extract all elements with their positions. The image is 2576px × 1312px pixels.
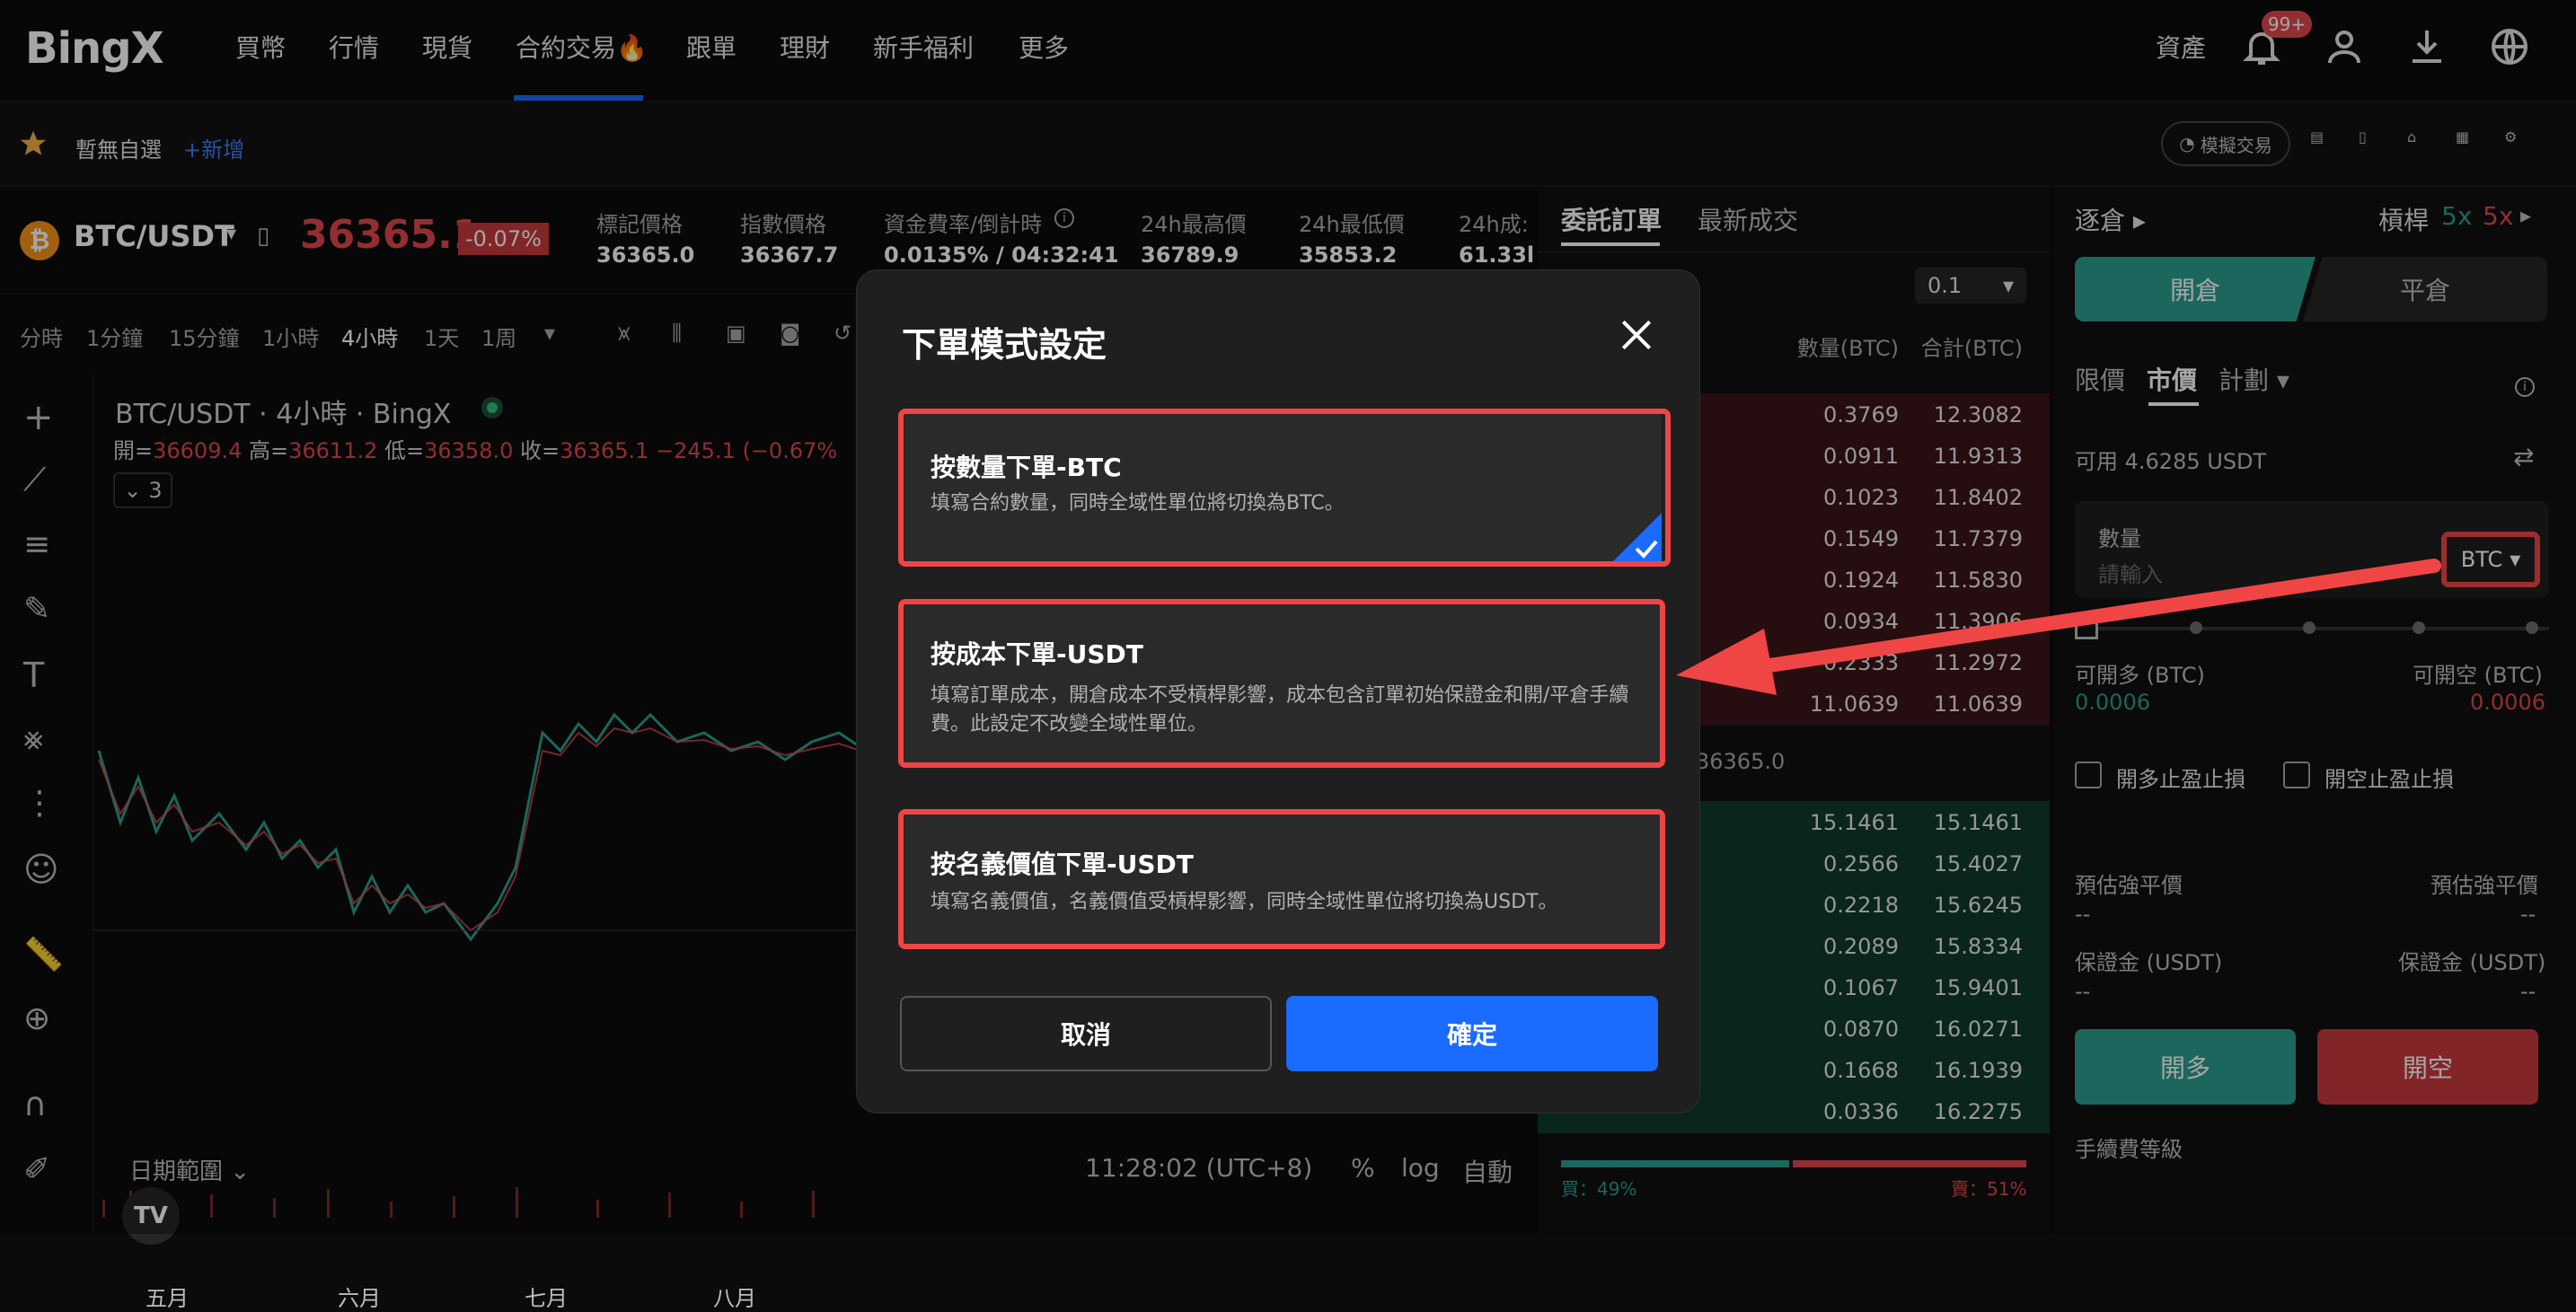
highlight-box (898, 599, 1665, 768)
dialog-title: 下單模式設定 (902, 325, 1107, 365)
highlight-box (898, 809, 1665, 949)
month-label: 五月 (146, 1286, 189, 1311)
cancel-button[interactable]: 取消 (900, 996, 1272, 1071)
annotation-arrow (1676, 559, 2441, 695)
close-icon[interactable] (1617, 315, 1656, 355)
order-mode-dialog: 下單模式設定 按數量下單-BTC 填寫合約數量，同時全域性單位將切換為BTC。 … (856, 269, 1700, 1114)
highlight-box (898, 409, 1671, 567)
month-label: 七月 (525, 1286, 568, 1311)
month-label: 六月 (338, 1286, 381, 1311)
confirm-button[interactable]: 確定 (1286, 996, 1658, 1071)
month-label: 八月 (713, 1286, 756, 1311)
